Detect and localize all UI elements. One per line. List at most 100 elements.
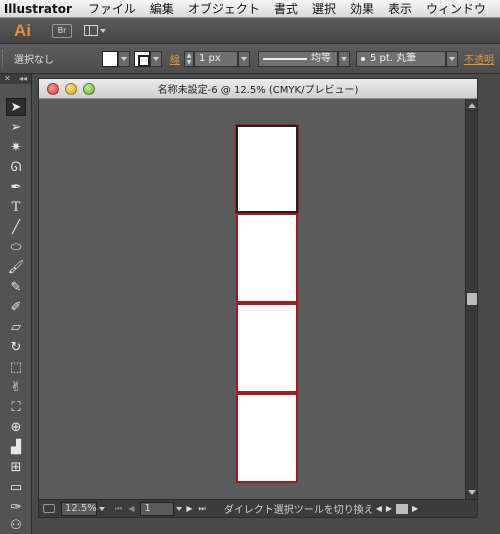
scroll-right-end-icon[interactable]: ▶ [412,504,418,513]
artboard-2[interactable] [236,213,298,303]
opacity-label[interactable]: 不透明 [464,51,494,66]
graph-icon: ▟ [11,439,21,455]
mesh-tool[interactable]: ⊞ [6,458,26,476]
ellipse-tool[interactable]: ⬭ [6,238,26,256]
chevron-down-icon [241,56,247,61]
horizontal-scroll-thumb[interactable] [396,503,409,514]
horizontal-scrollbar[interactable]: ◀ ▶ ▶ [376,503,418,514]
menu-object[interactable]: オブジェクト [188,0,260,17]
bridge-button[interactable]: Br [52,23,72,38]
menu-select[interactable]: 選択 [312,0,336,17]
eraser-icon: ▱ [11,319,21,335]
blend-tool[interactable]: ⚇ [6,516,26,534]
paintbrush-tool[interactable]: 🖌 [6,258,26,276]
brush-label: 5 pt. 丸筆 [370,52,417,64]
first-artboard-icon[interactable]: ⏮ [115,504,122,514]
eyedropper-tool[interactable]: ✑ [6,498,26,516]
free-transform-tool[interactable]: ⛶ [6,398,26,416]
artboard-nav-next[interactable]: ▶ ⏭ [186,504,205,514]
close-icon[interactable]: ✕ [4,74,11,84]
eraser-tool[interactable]: ▱ [6,318,26,336]
type-tool[interactable]: T [6,198,26,216]
stroke-swatch[interactable] [134,50,150,67]
blend-icon: ⚇ [10,517,22,533]
menu-effect[interactable]: 効果 [350,0,374,17]
gradient-tool[interactable]: ▭ [6,478,26,496]
pen-icon: ✒ [10,179,22,195]
stroke-weight-field[interactable]: 1 px [194,50,238,67]
menu-view[interactable]: 表示 [388,0,412,17]
chevron-down-icon [449,56,455,61]
line-icon: ╱ [12,219,20,235]
blob-brush-tool[interactable]: ✐ [6,298,26,316]
zoom-field[interactable]: 12.5% [61,501,97,516]
shape-builder-tool[interactable]: ⊕ [6,418,26,436]
collapse-icon[interactable]: ◂◂ [19,74,27,84]
chevron-down-icon[interactable] [99,506,105,511]
paintbrush-icon: 🖌 [7,259,25,275]
ellipse-icon: ⬭ [10,239,22,255]
artboard-4[interactable] [236,393,298,483]
arrow-cursor-icon: ➤ [10,99,22,115]
scroll-left-icon[interactable]: ◀ [376,504,382,513]
panel-grip[interactable] [2,49,8,68]
lasso-tool[interactable]: ᘏ [6,158,26,176]
previous-artboard-icon[interactable]: ◀ [128,504,134,513]
line-tool[interactable]: ╱ [6,218,26,236]
pen-tool[interactable]: ✒ [6,178,26,196]
menu-edit[interactable]: 編集 [150,0,174,17]
document-status-bar: 12.5% ⏮ ◀ 1 ▶ ⏭ ダイレクト選択ツールを切り換え ◀ ▶ ▶ [39,499,477,517]
tools-header: ✕ ◂◂ [0,74,31,84]
graph-tool[interactable]: ▟ [6,438,26,456]
menu-file[interactable]: ファイル [88,0,136,17]
document-window: 名称未設定-6 @ 12.5% (CMYK/プレビュー) 12.5% ⏮ ◀ 1… [38,78,478,518]
magic-wand-tool[interactable]: ✷ [6,138,26,156]
fill-dropdown[interactable] [118,50,130,67]
brush-definition[interactable]: 5 pt. 丸筆 [356,50,446,67]
scroll-up-icon[interactable] [468,103,476,108]
scroll-right-icon[interactable]: ▶ [386,504,392,513]
scale-tool[interactable]: ⬚ [6,358,26,376]
type-icon: T [11,199,21,215]
artboard-1[interactable] [236,125,298,213]
stroke-weight-dropdown[interactable] [238,50,250,67]
stroke-weight-stepper[interactable]: ▲ ▼ [184,50,194,67]
warp-tool[interactable]: ✌ [6,378,26,396]
mesh-icon: ⊞ [10,459,22,475]
minimize-window-icon[interactable] [65,82,77,95]
vertical-scrollbar[interactable] [465,99,477,499]
chevron-down-icon[interactable] [176,506,183,511]
brush-dropdown[interactable] [446,50,458,67]
selection-tool[interactable]: ➤ [6,98,26,116]
stroke-label[interactable]: 線 [170,51,180,66]
white-arrow-icon: ➢ [10,119,22,135]
menu-window[interactable]: ウィンドウ [426,0,486,17]
scroll-thumb[interactable] [467,293,477,305]
profile-line-icon [263,57,307,60]
next-artboard-icon[interactable]: ▶ [186,504,192,514]
artboard-nav-first[interactable]: ⏮ ◀ [115,504,134,514]
artboard-3[interactable] [236,303,298,393]
camera-icon [43,504,55,513]
rotate-tool[interactable]: ↻ [6,338,26,356]
pencil-tool[interactable]: ✎ [6,278,26,296]
close-window-icon[interactable] [47,82,59,95]
menu-app-name[interactable]: Illustrator [4,2,72,16]
last-artboard-icon[interactable]: ⏭ [199,504,206,514]
warp-icon: ✌ [10,379,22,395]
fill-swatch[interactable] [102,50,118,67]
arrange-icon [84,25,98,36]
eyedropper-icon: ✑ [10,499,22,515]
variable-width-profile[interactable]: 均等 [258,50,338,67]
document-title-bar[interactable]: 名称未設定-6 @ 12.5% (CMYK/プレビュー) [39,79,477,99]
direct-selection-tool[interactable]: ➢ [6,118,26,136]
artboard-number-field[interactable]: 1 [140,501,175,516]
arrange-documents-button[interactable] [84,25,106,36]
menu-type[interactable]: 書式 [274,0,298,17]
brush-dot-icon [361,56,365,61]
profile-dropdown[interactable] [338,50,350,67]
stroke-dropdown[interactable] [150,50,162,67]
scroll-down-icon[interactable] [468,490,476,495]
zoom-window-icon[interactable] [83,82,95,95]
profile-label: 均等 [311,52,331,64]
